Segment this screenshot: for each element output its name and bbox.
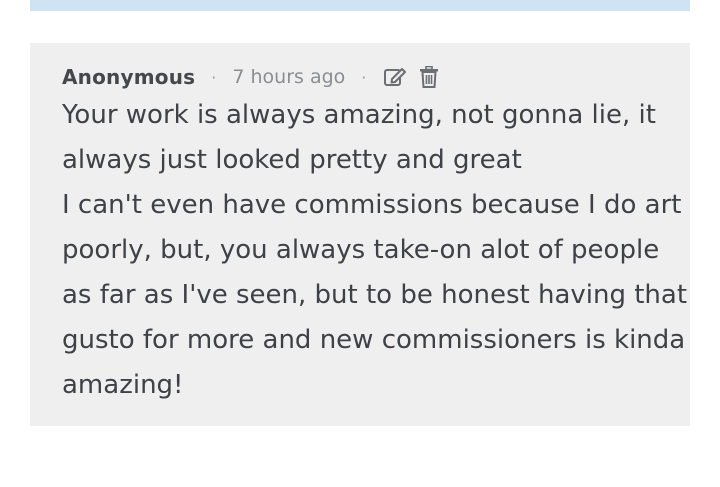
comment-card: Anonymous · 7 hours ago · Your work is a… bbox=[30, 43, 690, 426]
meta-separator: · bbox=[211, 67, 217, 87]
trash-icon bbox=[420, 66, 439, 88]
comment-meta: Anonymous · 7 hours ago · bbox=[62, 63, 658, 91]
comment-text-line: I can't even have commissions because I … bbox=[62, 190, 682, 220]
comment-text-line: as far as I've seen, but to be honest ha… bbox=[62, 280, 688, 310]
comment-text-line: amazing! bbox=[62, 370, 184, 400]
comment-author[interactable]: Anonymous bbox=[62, 65, 195, 89]
comment-text-line: Your work is always amazing, not gonna l… bbox=[62, 100, 656, 130]
previous-comment-highlight-bar bbox=[30, 0, 690, 11]
comment-text-line: poorly, but, you always take-on alot of … bbox=[62, 235, 660, 265]
delete-button[interactable] bbox=[416, 64, 442, 90]
comment-body: Your work is always amazing, not gonna l… bbox=[62, 93, 688, 408]
comment-text-line: gusto for more and new commissioners is … bbox=[62, 325, 686, 355]
meta-separator: · bbox=[361, 67, 367, 87]
comment-text-line: always just looked pretty and great bbox=[62, 145, 522, 175]
comment-timestamp[interactable]: 7 hours ago bbox=[232, 66, 345, 88]
edit-icon bbox=[384, 68, 407, 86]
edit-button[interactable] bbox=[382, 64, 408, 90]
